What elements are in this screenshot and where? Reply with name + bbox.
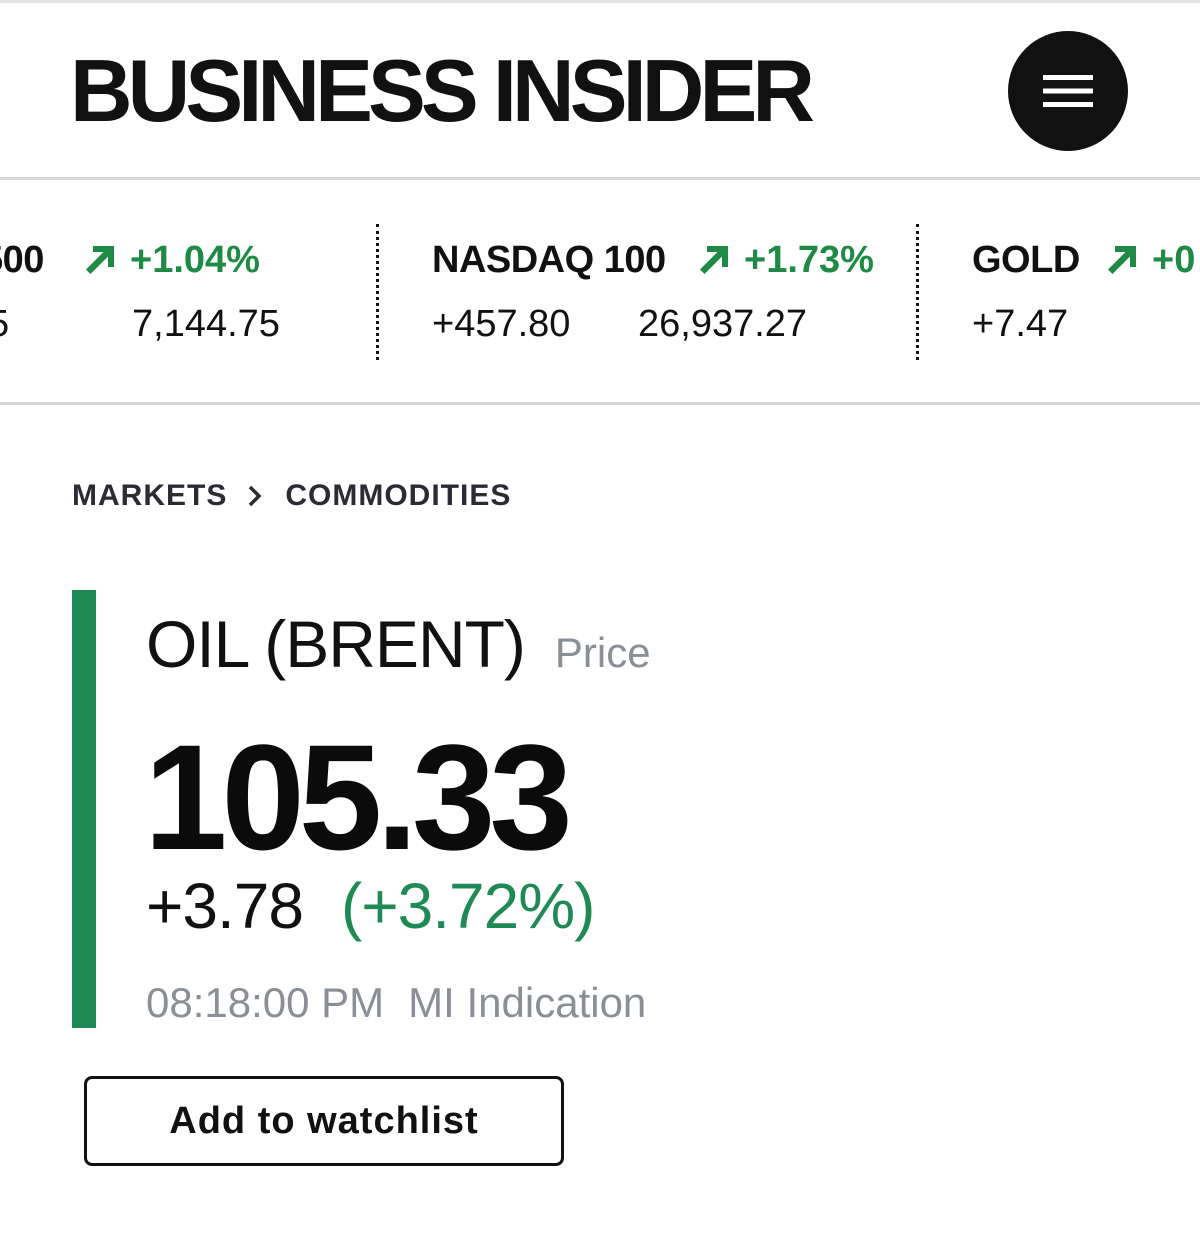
breadcrumb-commodities[interactable]: COMMODITIES xyxy=(285,479,511,512)
chevron-right-icon xyxy=(249,485,262,507)
ticker-divider xyxy=(916,224,919,360)
absolute-change: +3.78 xyxy=(146,870,304,942)
ticker-divider xyxy=(376,224,379,360)
ticker-change: +7.47 xyxy=(972,303,1069,345)
ticker-pct: +1.04% xyxy=(130,239,260,281)
menu-button[interactable] xyxy=(1008,31,1128,151)
arrow-up-right-icon xyxy=(86,246,114,274)
ticker-name: NASDAQ 100 xyxy=(432,239,666,281)
ticker-value: 26,937.27 xyxy=(638,303,808,345)
quote-title: OIL (BRENT) Price xyxy=(146,606,651,682)
site-logo[interactable]: BUSINESS INSIDER xyxy=(70,41,815,141)
ticker-name: GOLD xyxy=(972,239,1080,281)
breadcrumb: MARKETS COMMODITIES xyxy=(72,478,511,518)
price-change: +3.78 (+3.72%) xyxy=(146,870,595,960)
ticker-item[interactable]: GOLD +0 +7.47 xyxy=(972,180,1200,402)
instrument-name: OIL (BRENT) xyxy=(146,607,526,681)
breadcrumb-markets[interactable]: MARKETS xyxy=(72,479,227,512)
current-price: 105.33 xyxy=(144,713,573,881)
ticker-value: 7,144.75 xyxy=(132,303,280,345)
quote-time: 08:18:00 PM xyxy=(146,979,385,1026)
arrow-up-right-icon xyxy=(700,246,728,274)
add-to-watchlist-button[interactable]: Add to watchlist xyxy=(84,1076,564,1166)
site-header: BUSINESS INSIDER xyxy=(0,3,1200,180)
percent-change: (+3.72%) xyxy=(340,870,595,942)
ticker-name: 500 xyxy=(0,239,44,281)
ticker-change: 5 xyxy=(0,302,9,346)
ticker-item[interactable]: 500 +1.04% 5 7,144.75 xyxy=(0,180,370,402)
arrow-up-right-icon xyxy=(1108,246,1136,274)
price-label: Price xyxy=(554,629,651,676)
hamburger-icon xyxy=(1043,75,1093,107)
quote-source: MI Indication xyxy=(408,979,647,1026)
quote-card: OIL (BRENT) Price 105.33 +3.78 (+3.72%) 08… xyxy=(72,590,896,1028)
ticker-item[interactable]: NASDAQ 100 +1.73% +457.80 26,937.27 xyxy=(432,180,902,402)
ticker-pct: +1.73% xyxy=(744,239,874,281)
ticker-change: +457.80 xyxy=(432,303,571,345)
ticker-pct: +0 xyxy=(1152,239,1196,281)
market-ticker: 500 +1.04% 5 7,144.75 NASDAQ 100 +1.73% … xyxy=(0,180,1200,405)
quote-timestamp: 08:18:00 PM MI Indication xyxy=(146,978,646,1028)
